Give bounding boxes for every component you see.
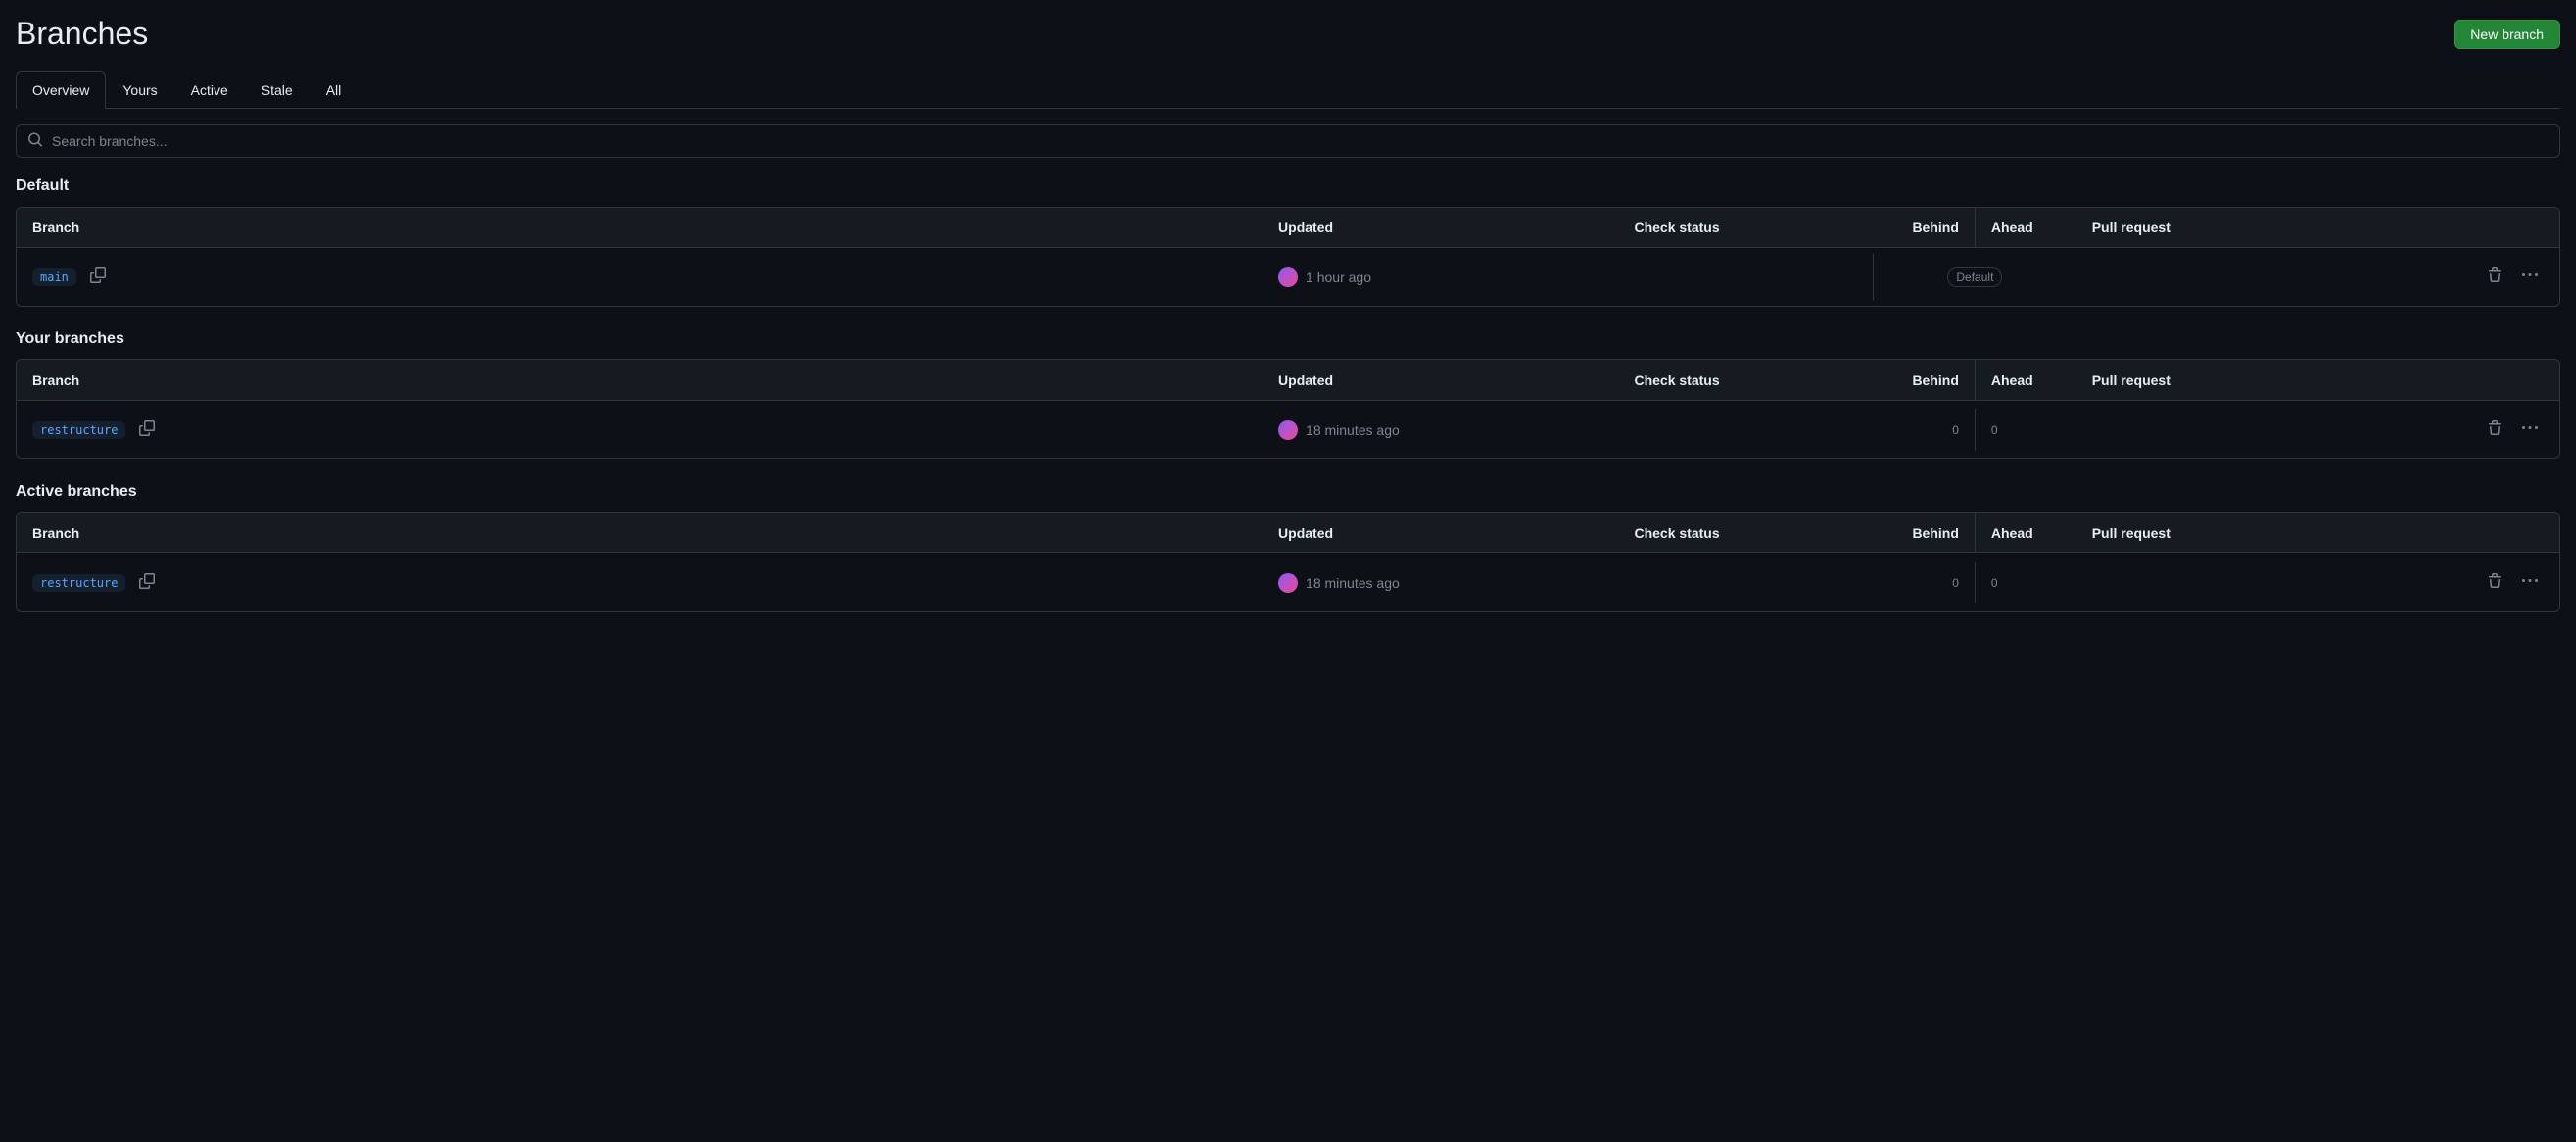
kebab-icon bbox=[2522, 573, 2538, 592]
more-actions-button[interactable] bbox=[2516, 262, 2544, 292]
default-badge: Default bbox=[1947, 267, 2002, 287]
ahead-count: 0 bbox=[1991, 423, 1998, 437]
col-ahead: Ahead bbox=[1975, 360, 2076, 400]
col-pull-request: Pull request bbox=[2076, 360, 2357, 400]
avatar[interactable] bbox=[1278, 267, 1298, 287]
ahead-count: 0 bbox=[1991, 576, 1998, 590]
new-branch-button[interactable]: New branch bbox=[2454, 20, 2560, 49]
col-ahead: Ahead bbox=[1975, 513, 2076, 552]
copy-branch-button[interactable] bbox=[133, 414, 161, 445]
behind-count: 0 bbox=[1952, 576, 1959, 590]
branch-link[interactable]: main bbox=[32, 268, 76, 286]
col-behind: Behind bbox=[1873, 360, 1975, 400]
col-check-status: Check status bbox=[1618, 360, 1873, 400]
col-check-status: Check status bbox=[1618, 208, 1873, 247]
tab-active[interactable]: Active bbox=[174, 71, 245, 108]
col-branch: Branch bbox=[17, 513, 1263, 552]
more-actions-button[interactable] bbox=[2516, 414, 2544, 445]
copy-icon bbox=[139, 573, 155, 592]
trash-icon bbox=[2487, 420, 2503, 439]
col-ahead: Ahead bbox=[1975, 208, 2076, 247]
delete-branch-button[interactable] bbox=[2481, 567, 2508, 597]
tab-yours[interactable]: Yours bbox=[106, 71, 173, 108]
copy-icon bbox=[139, 420, 155, 439]
search-input[interactable] bbox=[16, 124, 2560, 158]
trash-icon bbox=[2487, 573, 2503, 592]
col-branch: Branch bbox=[17, 208, 1263, 247]
copy-icon bbox=[90, 267, 106, 286]
col-pull-request: Pull request bbox=[2076, 513, 2357, 552]
kebab-icon bbox=[2522, 267, 2538, 286]
updated-time: 18 minutes ago bbox=[1306, 575, 1400, 591]
table-row: restructure 18 minutes ago 0 0 bbox=[17, 553, 2559, 611]
copy-branch-button[interactable] bbox=[133, 567, 161, 597]
updated-time: 1 hour ago bbox=[1306, 269, 1371, 285]
col-pull-request: Pull request bbox=[2076, 208, 2357, 247]
branch-link[interactable]: restructure bbox=[32, 574, 125, 592]
section-title-your-branches: Your branches bbox=[16, 330, 2560, 348]
col-behind: Behind bbox=[1873, 513, 1975, 552]
more-actions-button[interactable] bbox=[2516, 567, 2544, 597]
copy-branch-button[interactable] bbox=[84, 262, 112, 292]
table-row: restructure 18 minutes ago 0 0 bbox=[17, 401, 2559, 458]
tab-overview[interactable]: Overview bbox=[16, 71, 106, 108]
page-title: Branches bbox=[16, 16, 148, 52]
tab-all[interactable]: All bbox=[310, 71, 358, 108]
col-updated: Updated bbox=[1263, 208, 1618, 247]
behind-count: 0 bbox=[1952, 423, 1959, 437]
your-branches-table: Branch Updated Check status Behind Ahead… bbox=[16, 359, 2560, 459]
avatar[interactable] bbox=[1278, 420, 1298, 440]
tab-stale[interactable]: Stale bbox=[245, 71, 310, 108]
search-icon bbox=[27, 132, 43, 151]
section-title-default: Default bbox=[16, 177, 2560, 195]
col-updated: Updated bbox=[1263, 360, 1618, 400]
col-updated: Updated bbox=[1263, 513, 1618, 552]
tab-nav: Overview Yours Active Stale All bbox=[16, 71, 2560, 109]
col-check-status: Check status bbox=[1618, 513, 1873, 552]
trash-icon bbox=[2487, 267, 2503, 286]
section-title-active-branches: Active branches bbox=[16, 483, 2560, 500]
kebab-icon bbox=[2522, 420, 2538, 439]
col-branch: Branch bbox=[17, 360, 1263, 400]
branch-link[interactable]: restructure bbox=[32, 421, 125, 439]
delete-branch-button[interactable] bbox=[2481, 262, 2508, 292]
updated-time: 18 minutes ago bbox=[1306, 422, 1400, 438]
delete-branch-button[interactable] bbox=[2481, 414, 2508, 445]
active-branches-table: Branch Updated Check status Behind Ahead… bbox=[16, 512, 2560, 612]
col-behind: Behind bbox=[1873, 208, 1975, 247]
default-table: Branch Updated Check status Behind Ahead… bbox=[16, 207, 2560, 307]
avatar[interactable] bbox=[1278, 573, 1298, 593]
table-row: main 1 hour ago Default bbox=[17, 248, 2559, 306]
